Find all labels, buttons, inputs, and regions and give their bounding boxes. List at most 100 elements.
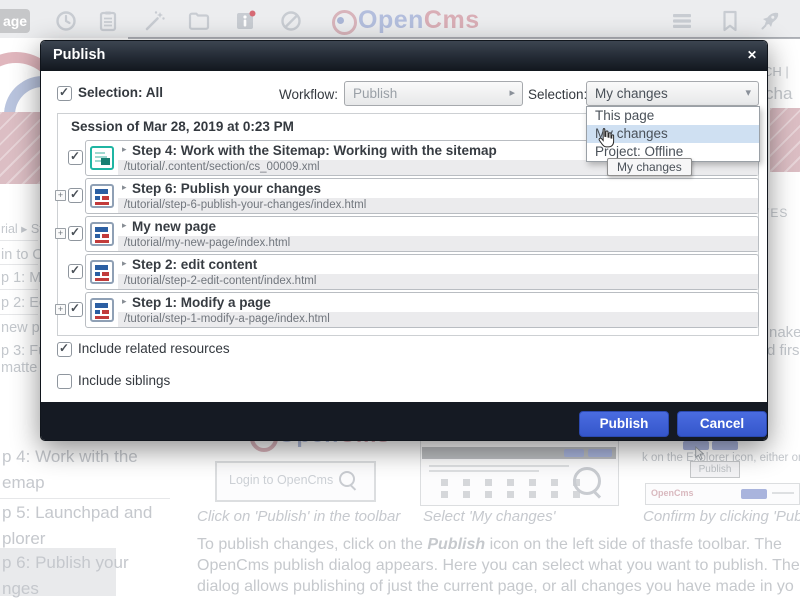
- resource-path-stripe: /tutorial/step-6-publish-your-changes/in…: [118, 198, 758, 213]
- magnifier-icon: [573, 467, 601, 495]
- hand-cursor: [596, 126, 618, 150]
- bg-sidebar-step5b: plorer: [2, 529, 45, 549]
- bg-paragraph-line3: dialog allows publishing of just the cur…: [197, 578, 800, 596]
- session-header: Session of Mar 28, 2019 at 0:23 PM: [71, 119, 294, 134]
- bg-mini-button: [588, 449, 612, 457]
- bg-thumb-toolbar: OpenCms: [645, 483, 800, 505]
- item-checkbox[interactable]: [68, 264, 83, 279]
- my-changes-tooltip: My changes: [607, 158, 692, 176]
- resource-row[interactable]: ▸ Step 2: edit content /tutorial/step-2-…: [85, 254, 759, 290]
- expand-toggle[interactable]: +: [55, 304, 66, 315]
- bg-right-fragment: nake: [769, 324, 800, 341]
- bg-caption-1: Click on 'Publish' in the toolbar: [197, 508, 400, 525]
- resource-path: /tutorial/step-1-modify-a-page/index.htm…: [124, 312, 330, 327]
- resource-row[interactable]: ▸ Step 1: Modify a page /tutorial/step-1…: [85, 292, 759, 328]
- bg-text-line: [772, 492, 794, 494]
- bg-sidebar-step6b: nges: [2, 579, 39, 599]
- bg-cursor-icon: [694, 446, 706, 460]
- bg-text-line: [429, 465, 569, 467]
- screen: age OpenCms rial ▸ St in to O p 1: Mo p …: [0, 0, 800, 600]
- resource-path: /tutorial/my-new-page/index.html: [124, 236, 290, 251]
- related-resources-checkbox[interactable]: [57, 342, 72, 357]
- content-icon: [90, 146, 114, 170]
- page-icon: [90, 298, 114, 322]
- opencms-logo-dot: [337, 17, 344, 24]
- expand-arrow-icon[interactable]: ▸: [122, 296, 127, 307]
- bg-right-fragment: cha: [765, 84, 792, 104]
- selection-all-checkbox[interactable]: [57, 86, 72, 101]
- bg-mini-button: [741, 489, 767, 499]
- bg-sidebar-step5: p 5: Launchpad and: [2, 503, 152, 523]
- bg-caption-2: Select 'My changes': [423, 508, 555, 525]
- item-checkbox[interactable]: [68, 302, 83, 317]
- expand-arrow-icon[interactable]: ▸: [122, 182, 127, 193]
- workflow-label: Workflow:: [279, 87, 338, 102]
- resource-title: Step 1: Modify a page: [132, 295, 271, 310]
- close-icon[interactable]: ✕: [747, 48, 757, 62]
- selection-all-label: Selection: All: [78, 85, 163, 100]
- divider: [0, 240, 38, 241]
- siblings-checkbox[interactable]: [57, 374, 72, 389]
- resource-row[interactable]: ▸ Step 6: Publish your changes /tutorial…: [85, 178, 759, 214]
- divider: [0, 289, 38, 290]
- bg-breadcrumb: rial ▸ St: [1, 221, 43, 236]
- dialog-title: Publish: [53, 47, 105, 63]
- opencms-logo-mark: [332, 10, 357, 35]
- opencms-logo-text: OpenCms: [358, 6, 480, 35]
- menu-icon: [670, 9, 694, 33]
- cancel-button[interactable]: Cancel: [677, 411, 767, 437]
- divider: [0, 264, 38, 265]
- bg-paragraph-line1: To publish changes, click on the Publish…: [197, 536, 800, 554]
- bg-sidebar-step6: p 6: Publish your: [2, 553, 129, 573]
- bg-sidebar-fragment: new p: [1, 320, 40, 336]
- bg-caption-3: Confirm by clicking 'Publish: [643, 508, 800, 525]
- resource-path-stripe: /tutorial/step-1-modify-a-page/index.htm…: [118, 312, 758, 327]
- page-button-fragment: age: [0, 9, 30, 33]
- resource-path: /tutorial/step-6-publish-your-changes/in…: [124, 198, 366, 213]
- bookmark-icon: [718, 9, 742, 33]
- selection-label: Selection:: [528, 87, 587, 102]
- publish-button[interactable]: Publish: [579, 411, 669, 437]
- search-icon-handle: [350, 484, 356, 490]
- bg-sidebar-fragment: matte: [1, 360, 37, 376]
- item-checkbox[interactable]: [68, 188, 83, 203]
- dropdown-option-this-page[interactable]: This page: [587, 107, 759, 125]
- folder-icon: [187, 9, 211, 33]
- chevron-down-icon: ▾: [745, 82, 751, 105]
- arrow-right-icon: ▸: [509, 82, 515, 105]
- publish-icon: [279, 9, 303, 33]
- selection-select[interactable]: My changes ▾: [586, 81, 759, 106]
- resource-title: Step 6: Publish your changes: [132, 181, 321, 196]
- bg-login-placeholder: Login to OpenCms: [229, 473, 333, 487]
- resource-row[interactable]: ▸ My new page /tutorial/my-new-page/inde…: [85, 216, 759, 252]
- bg-thumb-login: Login to OpenCms: [215, 461, 376, 502]
- dialog-header[interactable]: Publish ✕: [41, 41, 767, 71]
- bg-icon-row: [441, 491, 591, 498]
- bg-paragraph-line2: OpenCms publish dialog appears. Here you…: [197, 557, 800, 575]
- siblings-label: Include siblings: [78, 373, 170, 388]
- item-checkbox[interactable]: [68, 150, 83, 165]
- resource-title: Step 2: edit content: [132, 257, 257, 272]
- resource-path-stripe: /tutorial/my-new-page/index.html: [118, 236, 758, 251]
- workflow-select[interactable]: Publish ▸: [344, 81, 523, 106]
- related-resources-label: Include related resources: [78, 341, 230, 356]
- expand-toggle[interactable]: +: [55, 228, 66, 239]
- expand-toggle[interactable]: +: [55, 190, 66, 201]
- item-checkbox[interactable]: [68, 226, 83, 241]
- resource-title: My new page: [132, 219, 216, 234]
- bg-mini-button: [712, 441, 738, 450]
- selection-value: My changes: [595, 82, 668, 105]
- info-icon: [233, 9, 257, 33]
- expand-arrow-icon[interactable]: ▸: [122, 144, 127, 155]
- toolbar-bottom-edge: [128, 37, 800, 39]
- bg-image-fragment: [0, 112, 40, 184]
- expand-arrow-icon[interactable]: ▸: [122, 258, 127, 269]
- history-icon: [54, 9, 78, 33]
- expand-arrow-icon[interactable]: ▸: [122, 220, 127, 231]
- bg-thumb-bar: [422, 447, 616, 459]
- bg-text-line: [429, 470, 539, 472]
- bg-right-fragment: d firs: [767, 342, 800, 359]
- bg-mini-logo: OpenCms: [651, 488, 694, 498]
- clipboard-icon: [96, 9, 120, 33]
- page-icon: [90, 260, 114, 284]
